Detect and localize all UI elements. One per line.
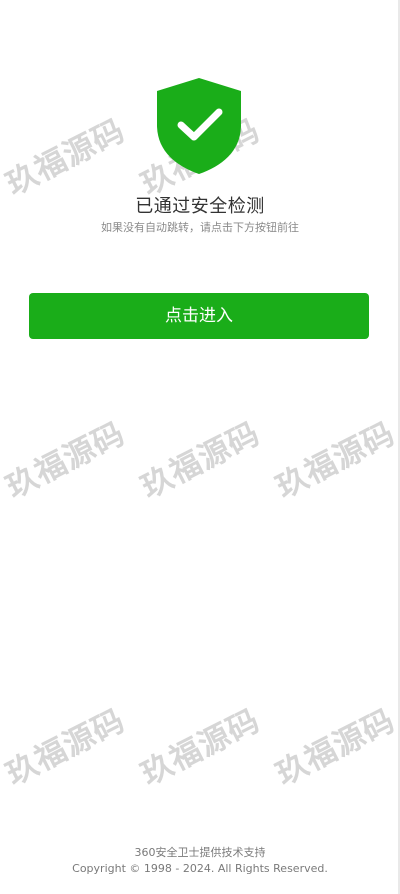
redirect-hint: 如果没有自动跳转，请点击下方按钮前往 — [101, 221, 299, 234]
watermark-text: 玖福源码 — [135, 415, 266, 506]
watermark-text: 玖福源码 — [0, 112, 131, 203]
watermark-text: 玖福源码 — [270, 702, 400, 793]
watermark-text: 玖福源码 — [270, 415, 400, 506]
security-check-page: { "status": { "title": "已通过安全检测", "subti… — [0, 0, 400, 894]
footer: 360安全卫士提供技术支持 Copyright © 1998 - 2024. A… — [0, 845, 400, 877]
watermark-text: 玖福源码 — [0, 702, 131, 793]
watermark-text: 玖福源码 — [135, 702, 266, 793]
copyright-text: Copyright © 1998 - 2024. All Rights Rese… — [72, 862, 328, 875]
footer-support-text: 360安全卫士提供技术支持 — [134, 846, 266, 859]
watermark-text: 玖福源码 — [0, 415, 131, 506]
shield-check-icon — [155, 77, 243, 175]
status-title: 已通过安全检测 — [135, 196, 265, 217]
enter-button[interactable]: 点击进入 — [29, 293, 369, 339]
